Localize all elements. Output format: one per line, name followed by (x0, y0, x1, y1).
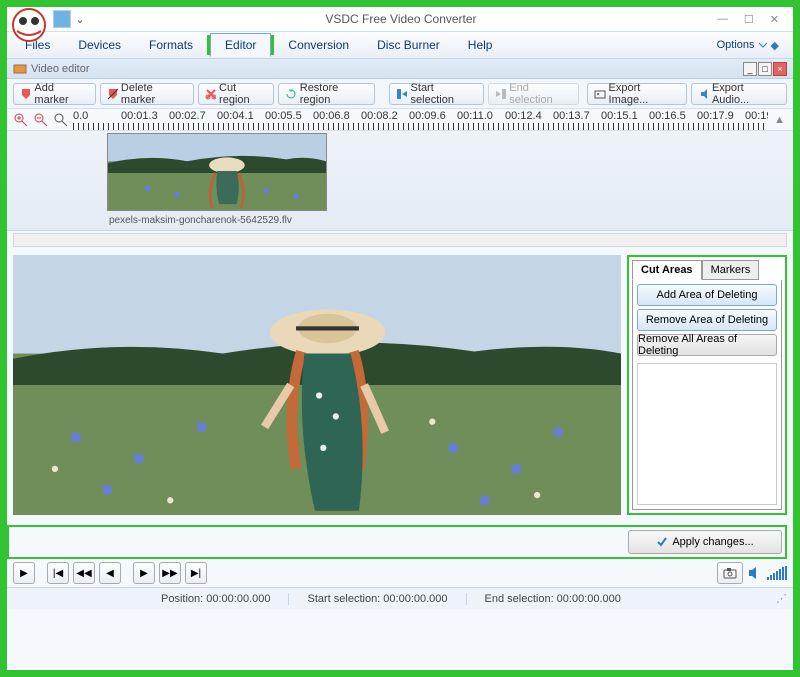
volume-slider[interactable] (767, 566, 787, 580)
remove-area-button[interactable]: Remove Area of Deleting (637, 309, 777, 331)
sub-window-titlebar: Video editor _ □ × (7, 59, 793, 79)
step-forward-button[interactable]: ▶ (133, 562, 155, 584)
rewind-button[interactable]: ◀◀ (73, 562, 95, 584)
menu-tabs: Files Devices Formats Editor Conversion … (7, 31, 793, 59)
tab-markers[interactable]: Markers (702, 260, 760, 280)
video-preview (13, 255, 621, 515)
tab-conversion[interactable]: Conversion (274, 34, 363, 56)
quick-access-dropdown[interactable] (53, 10, 71, 28)
timeline-horizontal-scrollbar[interactable] (13, 233, 787, 247)
export-image-button[interactable]: Export Image... (587, 83, 686, 105)
status-position: Position: 00:00:00.000 (143, 593, 289, 605)
speaker-icon[interactable] (747, 565, 763, 581)
sub-window-title: Video editor (31, 63, 90, 75)
zoom-fit-icon[interactable] (53, 112, 69, 128)
tab-disc-burner[interactable]: Disc Burner (363, 34, 454, 56)
timeline-zoom-row: 0.000:01.300:02.700:04.100:05.500:06.800… (7, 109, 793, 131)
timeline-track[interactable]: pexels-maksim-goncharenok-5642529.flv (7, 131, 793, 231)
add-area-button[interactable]: Add Area of Deleting (637, 284, 777, 306)
tab-devices[interactable]: Devices (64, 34, 135, 56)
quick-access-arrow-icon[interactable]: ⌄ (75, 13, 85, 26)
editor-toolbar: Add marker Delete marker Cut region Rest… (7, 79, 793, 109)
tab-cut-areas[interactable]: Cut Areas (632, 260, 702, 280)
export-audio-button[interactable]: Export Audio... (691, 83, 788, 105)
playback-controls: ▶ |◀ ◀◀ ◀ ▶ ▶▶ ▶| (7, 559, 793, 587)
video-clip[interactable] (107, 133, 327, 211)
app-icon (11, 7, 47, 43)
start-selection-button[interactable]: Start selection (389, 83, 484, 105)
sub-maximize-button[interactable]: □ (758, 62, 772, 76)
title-bar: ⌄ VSDC Free Video Converter — ☐ ✕ (7, 7, 793, 31)
window-title: VSDC Free Video Converter (85, 12, 717, 26)
tab-formats[interactable]: Formats (135, 34, 207, 56)
delete-marker-button[interactable]: Delete marker (100, 83, 194, 105)
sub-close-button[interactable]: × (773, 62, 787, 76)
video-editor-icon (13, 62, 27, 76)
cut-region-button[interactable]: Cut region (198, 83, 275, 105)
snapshot-button[interactable] (717, 562, 743, 584)
fast-forward-button[interactable]: ▶▶ (159, 562, 181, 584)
status-start-selection: Start selection: 00:00:00.000 (289, 593, 466, 605)
sub-minimize-button[interactable]: _ (743, 62, 757, 76)
timeline-scroll-up[interactable]: ▲ (772, 114, 787, 126)
tab-help[interactable]: Help (454, 34, 507, 56)
step-back-button[interactable]: ◀ (99, 562, 121, 584)
clip-filename: pexels-maksim-goncharenok-5642529.flv (107, 213, 294, 228)
apply-changes-button[interactable]: Apply changes... (628, 530, 782, 554)
status-bar: Position: 00:00:00.000 Start selection: … (7, 587, 793, 609)
close-button[interactable]: ✕ (770, 13, 779, 26)
minimize-button[interactable]: — (717, 13, 728, 26)
end-selection-button[interactable]: End selection (488, 83, 579, 105)
status-end-selection: End selection: 00:00:00.000 (467, 593, 639, 605)
zoom-in-icon[interactable] (13, 112, 29, 128)
zoom-out-icon[interactable] (33, 112, 49, 128)
play-button[interactable]: ▶ (13, 562, 35, 584)
restore-region-button[interactable]: Restore region (278, 83, 375, 105)
cut-areas-panel: Cut Areas Markers Add Area of Deleting R… (627, 255, 787, 515)
add-marker-button[interactable]: Add marker (13, 83, 96, 105)
options-menu[interactable]: Options◆ (717, 39, 789, 52)
go-start-button[interactable]: |◀ (47, 562, 69, 584)
timeline-ruler[interactable]: 0.000:01.300:02.700:04.100:05.500:06.800… (73, 110, 768, 130)
resize-grip-icon[interactable]: ⋰ (776, 592, 787, 605)
remove-all-areas-button[interactable]: Remove All Areas of Deleting (637, 334, 777, 356)
cut-areas-list[interactable] (637, 363, 777, 505)
go-end-button[interactable]: ▶| (185, 562, 207, 584)
check-icon (656, 536, 668, 548)
tab-editor[interactable]: Editor (210, 33, 271, 57)
maximize-button[interactable]: ☐ (744, 13, 754, 26)
